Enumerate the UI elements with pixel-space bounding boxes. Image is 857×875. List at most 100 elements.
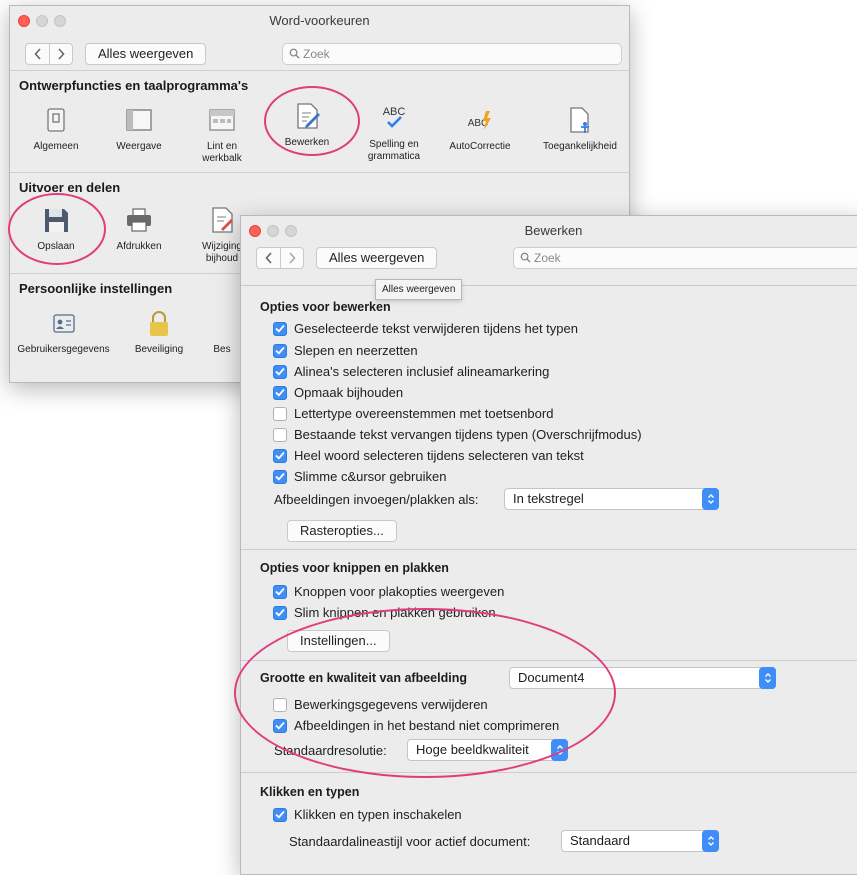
checkbox-checked[interactable] xyxy=(273,469,287,484)
option-label: Bestaande tekst vervangen tijdens typen … xyxy=(294,427,642,442)
option-select-entire-word[interactable]: Heel woord selecteren tijdens selecteren… xyxy=(273,447,584,464)
print-icon xyxy=(122,203,156,237)
show-all-button[interactable]: Alles weergeven xyxy=(316,247,438,269)
checkmark-icon xyxy=(275,388,285,397)
option-smart-cut-paste[interactable]: Slim knippen en plakken gebruiken xyxy=(273,604,496,621)
autocorrect-icon: ABC xyxy=(463,103,497,137)
popup-value: Document4 xyxy=(518,670,585,685)
chevron-updown-icon xyxy=(551,739,568,761)
search-icon xyxy=(520,252,531,263)
checkbox-unchecked[interactable] xyxy=(273,697,287,712)
pref-label: Spelling en grammatica xyxy=(367,139,421,162)
checkmark-icon xyxy=(275,587,285,596)
pref-label: Afdrukken xyxy=(116,241,162,252)
edit-icon xyxy=(290,99,324,133)
checkbox-unchecked[interactable] xyxy=(273,406,287,421)
chevron-updown-icon xyxy=(702,488,719,510)
option-do-not-compress[interactable]: Afbeeldingen in het bestand niet comprim… xyxy=(273,717,559,734)
view-icon xyxy=(122,103,156,137)
checkbox-checked[interactable] xyxy=(273,321,287,336)
pref-label: Algemeen xyxy=(33,141,79,152)
checkbox-checked[interactable] xyxy=(273,448,287,463)
pref-user-info[interactable]: Gebruikersgegevens xyxy=(11,306,116,356)
option-drag-drop[interactable]: Slepen en neerzetten xyxy=(273,342,418,359)
pref-view[interactable]: Weergave xyxy=(99,103,179,153)
search-placeholder: Zoek xyxy=(303,47,330,61)
window-title: Word-voorkeuren xyxy=(269,13,370,28)
forward-button[interactable] xyxy=(49,44,72,64)
image-quality-document-popup[interactable]: Document4 xyxy=(509,667,776,689)
cut-paste-title: Opties voor knippen en plakken xyxy=(260,561,449,575)
checkmark-icon xyxy=(275,472,285,481)
chevron-left-icon xyxy=(264,252,272,264)
pref-label: Toegankelijkheid xyxy=(543,141,617,152)
default-style-popup[interactable]: Standaard xyxy=(561,830,719,852)
search-field[interactable]: Zoek xyxy=(282,43,622,65)
checkmark-icon xyxy=(275,810,285,819)
popup-value: Hoge beeldkwaliteit xyxy=(416,742,529,757)
checkbox-checked[interactable] xyxy=(273,605,287,620)
pref-label: Gebruikersgegevens xyxy=(17,344,110,355)
option-label: Heel woord selecteren tijdens selecteren… xyxy=(294,448,584,463)
section-authoring: Ontwerpfuncties en taalprogramma's Algem… xyxy=(11,71,628,171)
chevron-left-icon xyxy=(33,48,41,60)
checkbox-unchecked[interactable] xyxy=(273,427,287,442)
option-match-font-keyboard[interactable]: Lettertype overeenstemmen met toetsenbor… xyxy=(273,405,553,422)
checkbox-checked[interactable] xyxy=(273,364,287,379)
option-keep-track-formatting[interactable]: Opmaak bijhouden xyxy=(273,384,403,401)
divider xyxy=(241,549,857,550)
checkmark-icon xyxy=(275,346,285,355)
pref-label: AutoCorrectie xyxy=(449,141,511,152)
checkbox-checked[interactable] xyxy=(273,385,287,400)
insert-images-popup[interactable]: In tekstregel xyxy=(504,488,719,510)
show-all-button[interactable]: Alles weergeven xyxy=(85,43,207,65)
resolution-popup[interactable]: Hoge beeldkwaliteit xyxy=(407,739,568,761)
forward-button[interactable] xyxy=(280,248,303,268)
chevron-right-icon xyxy=(58,48,65,60)
option-label: Alinea's selecteren inclusief alineamark… xyxy=(294,364,550,379)
pref-security[interactable]: Beveiliging xyxy=(119,306,199,356)
search-field[interactable]: Zoek xyxy=(513,247,857,269)
window-title: Bewerken xyxy=(524,223,583,238)
checkbox-checked[interactable] xyxy=(273,584,287,599)
grid-options-button[interactable]: Rasteropties... xyxy=(287,520,397,542)
pref-general[interactable]: Algemeen xyxy=(16,103,96,153)
pref-save[interactable]: Opslaan xyxy=(16,203,96,253)
click-type-title: Klikken en typen xyxy=(260,785,360,799)
option-paste-options-buttons[interactable]: Knoppen voor plakopties weergeven xyxy=(273,583,504,600)
chevron-right-icon xyxy=(289,252,296,264)
pref-label: Weergave xyxy=(116,141,162,152)
option-label: Slimme c&ursor gebruiken xyxy=(294,469,447,484)
option-discard-editing-data[interactable]: Bewerkingsgegevens verwijderen xyxy=(273,696,488,713)
resolution-label: Standaardresolutie: xyxy=(274,743,387,758)
track-changes-icon xyxy=(205,203,239,237)
option-overtype-mode[interactable]: Bestaande tekst vervangen tijdens typen … xyxy=(273,426,642,443)
pref-autocorrect[interactable]: ABC AutoCorrectie xyxy=(440,103,520,153)
option-label: Afbeeldingen in het bestand niet comprim… xyxy=(294,718,560,733)
pref-ribbon[interactable]: Lint en werkbalk xyxy=(182,103,262,165)
option-smart-cursor[interactable]: Slimme c&ursor gebruiken xyxy=(273,468,446,485)
option-enable-click-type[interactable]: Klikken en typen inschakelen xyxy=(273,806,462,823)
checkbox-checked[interactable] xyxy=(273,718,287,733)
option-select-paragraph-mark[interactable]: Alinea's selecteren inclusief alineamark… xyxy=(273,363,549,380)
back-button[interactable] xyxy=(26,44,49,64)
title-bar[interactable]: Word-voorkeuren xyxy=(10,6,629,36)
option-delete-selected-text[interactable]: Geselecteerde tekst verwijderen tijdens … xyxy=(273,320,578,337)
user-info-icon xyxy=(47,306,81,340)
ribbon-icon xyxy=(205,103,239,137)
cut-paste-settings-button[interactable]: Instellingen... xyxy=(287,630,390,652)
back-button[interactable] xyxy=(257,248,280,268)
checkbox-checked[interactable] xyxy=(273,807,287,822)
checkmark-icon xyxy=(275,451,285,460)
chevron-updown-icon xyxy=(759,667,776,689)
pref-edit[interactable]: Bewerken xyxy=(267,99,347,149)
pref-spelling[interactable]: ABC Spelling en grammatica xyxy=(354,101,434,163)
title-bar[interactable]: Bewerken xyxy=(241,216,857,246)
pref-label: Beveiliging xyxy=(134,344,184,355)
checkbox-checked[interactable] xyxy=(273,343,287,358)
accessibility-icon xyxy=(563,103,597,137)
pref-print[interactable]: Afdrukken xyxy=(99,203,179,253)
default-style-label: Standaardalineastijl voor actief documen… xyxy=(289,834,531,849)
pref-accessibility[interactable]: Toegankelijkheid xyxy=(535,103,625,153)
lock-icon xyxy=(142,306,176,340)
